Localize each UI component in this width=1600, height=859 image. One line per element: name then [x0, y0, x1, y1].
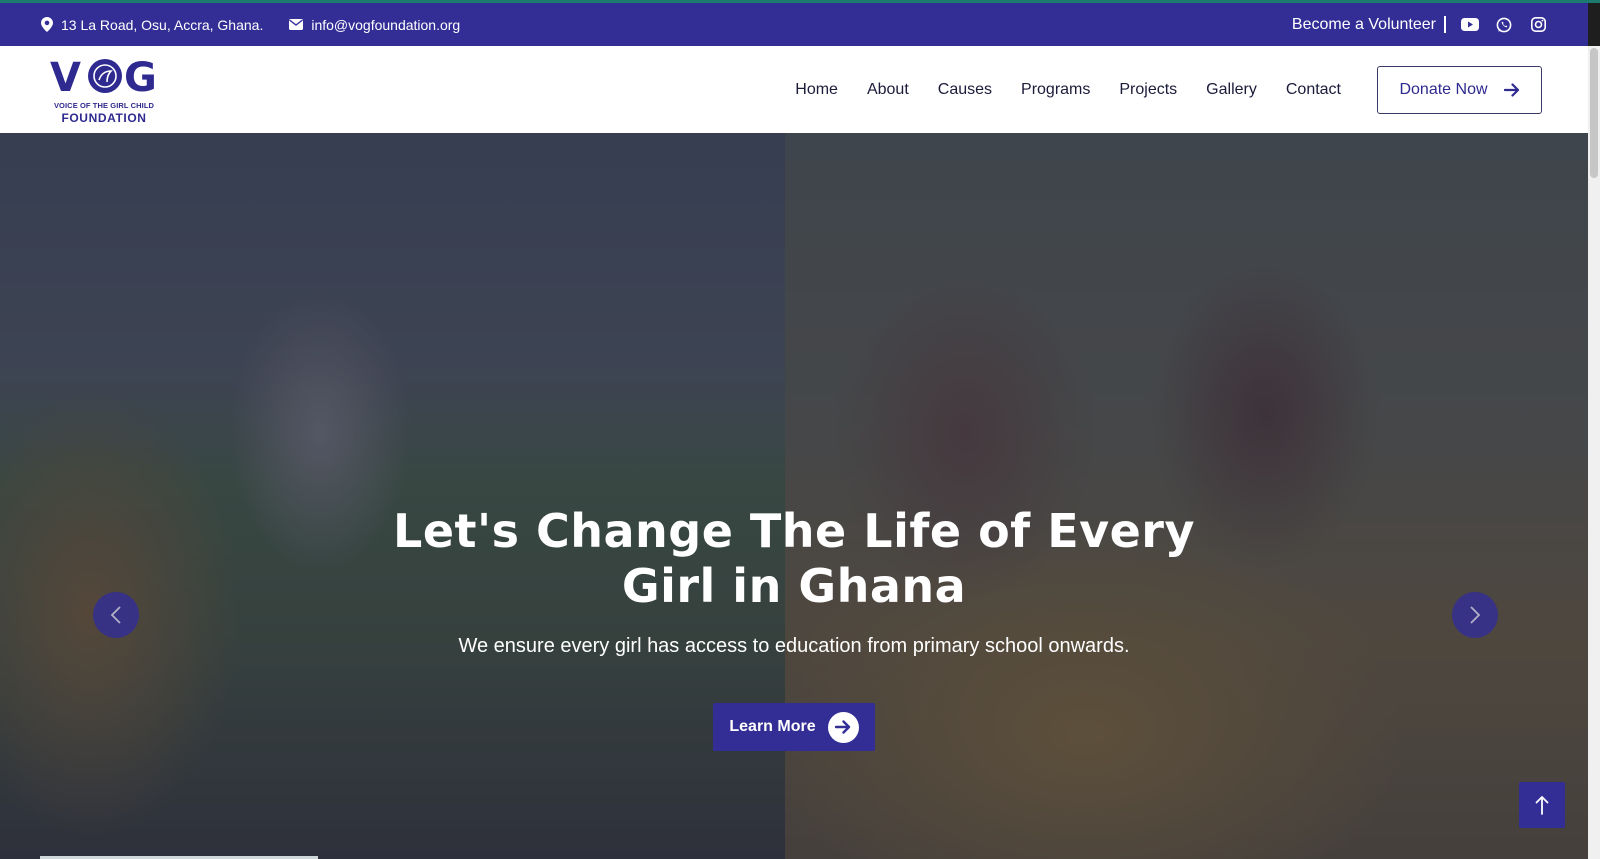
envelope-icon: [289, 19, 304, 30]
learn-more-button[interactable]: Learn More: [713, 703, 875, 751]
hero-headline-line-1: Let's Change The Life of Every: [393, 504, 1195, 558]
nav-item-about[interactable]: About: [867, 81, 909, 99]
main-navbar: V G VOICE OF THE GIRL CHILD FOUNDATION H…: [0, 46, 1588, 133]
address-text: 13 La Road, Osu, Accra, Ghana.: [61, 16, 264, 33]
email-link[interactable]: info@vogfoundation.org: [311, 17, 460, 33]
email-info[interactable]: info@vogfoundation.org: [289, 17, 460, 33]
address-info: 13 La Road, Osu, Accra, Ghana.: [41, 17, 263, 33]
nav-item-contact[interactable]: Contact: [1286, 81, 1341, 99]
slider-prev-button[interactable]: [93, 592, 139, 638]
hero-subtitle: We ensure every girl has access to educa…: [458, 635, 1130, 657]
top-info-bar: 13 La Road, Osu, Accra, Ghana. info@vogf…: [0, 3, 1588, 46]
chevron-right-icon: [1470, 606, 1481, 624]
hero-slider: Let's Change The Life of Every Girl in G…: [0, 133, 1588, 859]
vog-logo-graphic: V G: [50, 55, 157, 97]
chevron-left-icon: [110, 606, 121, 624]
hero-content: Let's Change The Life of Every Girl in G…: [0, 504, 1588, 751]
logo-foundation: FOUNDATION: [61, 110, 147, 125]
nav-item-gallery[interactable]: Gallery: [1206, 81, 1257, 99]
whatsapp-icon[interactable]: [1494, 15, 1514, 35]
donate-label: Donate Now: [1399, 80, 1488, 98]
arrow-up-icon: [1535, 796, 1549, 815]
scrollbar-thumb[interactable]: [1590, 48, 1598, 178]
logo-mark: V G: [50, 55, 158, 98]
become-volunteer-link[interactable]: Become a Volunteer: [1292, 16, 1446, 33]
hero-headline-line-2: Girl in Ghana: [621, 559, 967, 613]
primary-nav: Home About Causes Programs Projects Gall…: [795, 81, 1377, 99]
arrow-right-icon: [1503, 82, 1519, 97]
arrow-circle-right-icon: [827, 711, 859, 743]
nav-item-projects[interactable]: Projects: [1119, 81, 1177, 99]
location-pin-icon: [41, 17, 53, 32]
back-to-top-button[interactable]: [1519, 782, 1565, 828]
svg-text:G: G: [124, 55, 155, 97]
social-links: [1460, 15, 1548, 35]
nav-item-causes[interactable]: Causes: [938, 81, 992, 99]
youtube-icon[interactable]: [1460, 15, 1480, 35]
instagram-icon[interactable]: [1528, 15, 1548, 35]
page-scrollbar[interactable]: [1588, 46, 1600, 859]
nav-item-programs[interactable]: Programs: [1021, 81, 1090, 99]
svg-text:V: V: [50, 55, 81, 97]
hero-headline: Let's Change The Life of Every Girl in G…: [0, 504, 1588, 614]
vog-logo[interactable]: V G VOICE OF THE GIRL CHILD FOUNDATION: [46, 55, 162, 125]
nav-item-home[interactable]: Home: [795, 81, 838, 99]
learn-more-label: Learn More: [729, 718, 816, 735]
slider-next-button[interactable]: [1452, 592, 1498, 638]
donate-now-button[interactable]: Donate Now: [1377, 65, 1542, 114]
logo-tagline: VOICE OF THE GIRL CHILD: [53, 100, 155, 110]
